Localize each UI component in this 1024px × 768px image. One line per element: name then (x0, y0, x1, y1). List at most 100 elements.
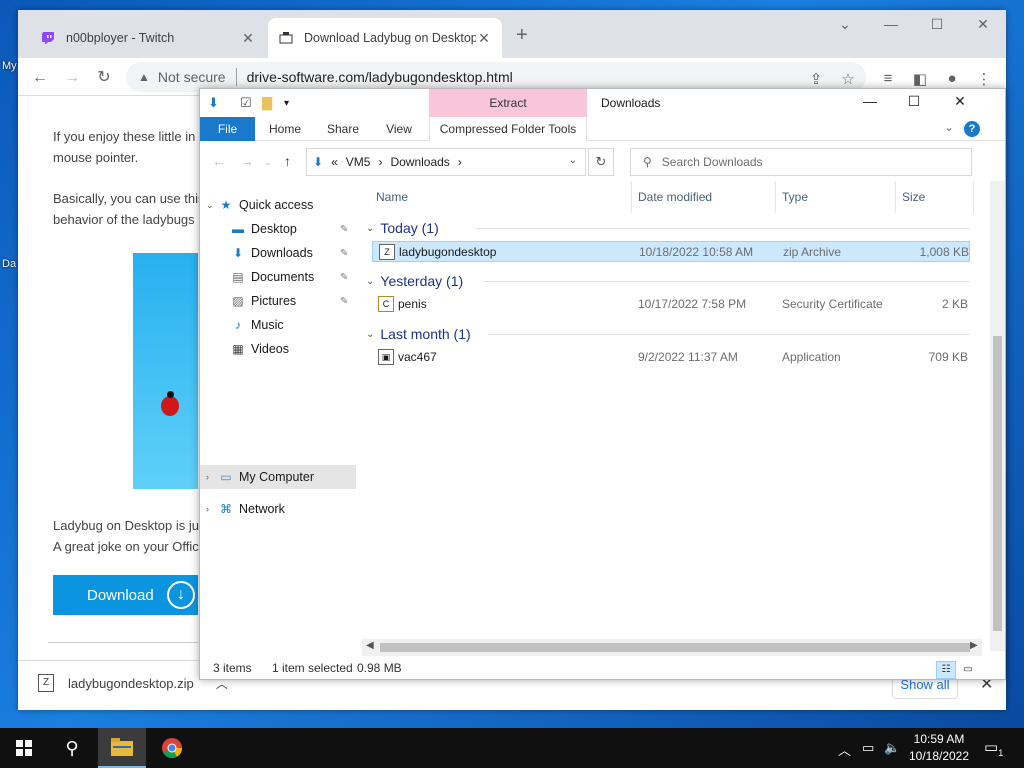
chevron-down-icon[interactable]: ⌄ (366, 223, 374, 234)
file-explorer-icon[interactable] (98, 728, 146, 768)
help-icon[interactable]: ? (964, 121, 980, 137)
close-icon[interactable]: ✕ (240, 30, 256, 47)
chevron-down-icon[interactable]: ⌄ (944, 120, 954, 134)
chevron-down-icon[interactable]: ⌄ (569, 155, 577, 166)
minimize-icon[interactable]: — (850, 93, 890, 109)
address-bar[interactable]: ⬇ « VM5 › Downloads › ⌄ (306, 148, 586, 176)
breadcrumb-overflow[interactable]: « (331, 155, 338, 169)
start-button[interactable] (0, 728, 48, 768)
download-folder-icon[interactable]: ⬇ (208, 95, 219, 111)
forward-icon[interactable]: → (62, 68, 82, 88)
menu-icon[interactable]: ⋮ (974, 70, 994, 88)
reload-icon[interactable]: ↻ (94, 68, 114, 88)
new-tab-icon[interactable]: + (516, 24, 528, 47)
column-header-size[interactable]: Size (896, 181, 974, 213)
chevron-down-icon[interactable]: ⌄ (206, 200, 218, 211)
volume-icon[interactable]: 🔈 (884, 740, 900, 756)
sidebar-item-videos[interactable]: ▦ Videos (200, 337, 356, 361)
search-input[interactable]: ⚲ Search Downloads (630, 148, 972, 176)
new-folder-icon[interactable]: ▇ (262, 95, 272, 111)
url-text[interactable]: drive-software.com/ladybugondesktop.html (247, 69, 513, 85)
pin-icon[interactable]: ✎ (340, 248, 348, 259)
sidebar-item-desktop[interactable]: ▬ Desktop ✎ (200, 217, 356, 241)
column-header-type[interactable]: Type (776, 181, 896, 213)
sidebar-item-quick-access[interactable]: ⌄ ★ Quick access (200, 193, 356, 217)
sidebar-item-my-computer[interactable]: › ▭ My Computer (200, 465, 356, 489)
chevron-right-icon[interactable]: › (378, 155, 382, 169)
maximize-icon[interactable]: ☐ (894, 93, 934, 110)
scroll-thumb[interactable] (993, 336, 1002, 631)
not-secure-label[interactable]: Not secure (158, 69, 226, 85)
chevron-down-icon[interactable]: ⌄ (366, 276, 374, 287)
minimize-icon[interactable]: — (868, 16, 914, 32)
paragraph: If you enjoy these little in (53, 129, 196, 144)
sidebar-item-documents[interactable]: ▤ Documents ✎ (200, 265, 356, 289)
vertical-scrollbar[interactable] (990, 181, 1005, 651)
tab-home[interactable]: Home (260, 117, 310, 141)
tab-share[interactable]: Share (318, 117, 368, 141)
chevron-right-icon[interactable]: › (206, 504, 218, 514)
group-header[interactable]: ⌄ Yesterday (1) (366, 270, 970, 292)
side-panel-icon[interactable]: ◧ (910, 70, 930, 88)
forward-icon[interactable]: → (240, 153, 254, 169)
large-icons-view-icon[interactable]: ▭ (958, 661, 978, 679)
back-icon[interactable]: ← (30, 68, 50, 88)
properties-icon[interactable]: ☑ (240, 95, 252, 111)
desktop-icon-label[interactable]: My (2, 60, 17, 72)
clock[interactable]: 10:59 AM 10/18/2022 (904, 731, 974, 765)
pin-icon[interactable]: ✎ (340, 224, 348, 235)
download-button[interactable]: Download ↓ (53, 575, 198, 615)
scroll-thumb[interactable] (380, 643, 970, 652)
chevron-up-icon[interactable]: ︿ (838, 740, 851, 759)
sidebar-item-downloads[interactable]: ⬇ Downloads ✎ (200, 241, 356, 265)
pin-icon[interactable]: ✎ (340, 296, 348, 307)
breadcrumb[interactable]: Downloads (390, 155, 449, 169)
sidebar-item-network[interactable]: › ⌘ Network (200, 497, 356, 521)
recent-locations-icon[interactable]: ⌄ (264, 157, 272, 168)
column-header-date[interactable]: Date modified (632, 181, 776, 213)
reading-list-icon[interactable]: ≡ (878, 70, 898, 87)
tab-view[interactable]: View (376, 117, 422, 141)
table-row[interactable]: Z ladybugondesktop 10/18/2022 10:58 AM z… (372, 241, 970, 262)
star-icon[interactable]: ☆ (838, 70, 858, 88)
sidebar-item-music[interactable]: ♪ Music (200, 313, 356, 337)
network-icon[interactable]: ▭ (862, 740, 874, 756)
customize-qat-icon[interactable]: ▾ (284, 98, 289, 109)
navigation-pane: ⌄ ★ Quick access ▬ Desktop ✎ ⬇ Downloads… (200, 181, 356, 651)
chrome-icon[interactable] (148, 728, 196, 768)
sidebar-item-pictures[interactable]: ▨ Pictures ✎ (200, 289, 356, 313)
chevron-down-icon[interactable]: ⌄ (822, 16, 868, 33)
breadcrumb[interactable]: VM5 (346, 155, 371, 169)
arrow-left-icon[interactable]: ◀ (366, 640, 374, 651)
refresh-button[interactable]: ↻ (588, 148, 614, 176)
profile-icon[interactable]: ● (942, 70, 962, 87)
close-icon[interactable]: ✕ (960, 16, 1006, 33)
close-icon[interactable]: ✕ (940, 93, 980, 110)
group-header[interactable]: ⌄ Last month (1) (366, 323, 970, 345)
notification-icon[interactable]: ▭1 (984, 738, 1003, 758)
tab-twitch[interactable]: n00bployer - Twitch ✕ (30, 18, 266, 58)
chevron-down-icon[interactable]: ⌄ (366, 329, 374, 340)
up-icon[interactable]: ↑ (284, 153, 291, 169)
extract-context-tab[interactable]: Extract (429, 89, 587, 117)
tab-ladybug[interactable]: Download Ladybug on Desktop f ✕ (268, 18, 502, 58)
chevron-right-icon[interactable]: › (458, 155, 462, 169)
warning-icon[interactable]: ▲ (138, 70, 150, 84)
desktop-icon-label[interactable]: Da (2, 258, 16, 270)
horizontal-scrollbar[interactable]: ◀ ▶ (362, 639, 982, 656)
back-icon[interactable]: ← (212, 153, 226, 169)
table-row[interactable]: C penis 10/17/2022 7:58 PM Security Cert… (372, 294, 970, 315)
arrow-right-icon[interactable]: ▶ (970, 640, 978, 651)
details-view-icon[interactable]: ☷ (936, 661, 956, 679)
tab-compressed-folder-tools[interactable]: Compressed Folder Tools (429, 117, 587, 141)
share-icon[interactable]: ⇪ (806, 70, 826, 88)
pin-icon[interactable]: ✎ (340, 272, 348, 283)
maximize-icon[interactable]: ☐ (914, 16, 960, 33)
tab-file[interactable]: File (200, 117, 255, 141)
close-icon[interactable]: ✕ (476, 30, 492, 47)
chevron-right-icon[interactable]: › (206, 472, 218, 482)
column-header-name[interactable]: Name (370, 181, 632, 213)
table-row[interactable]: ▣ vac467 9/2/2022 11:37 AM Application 7… (372, 347, 970, 368)
group-header[interactable]: ⌄ Today (1) (366, 217, 970, 239)
search-icon[interactable]: ⚲ (48, 728, 96, 768)
